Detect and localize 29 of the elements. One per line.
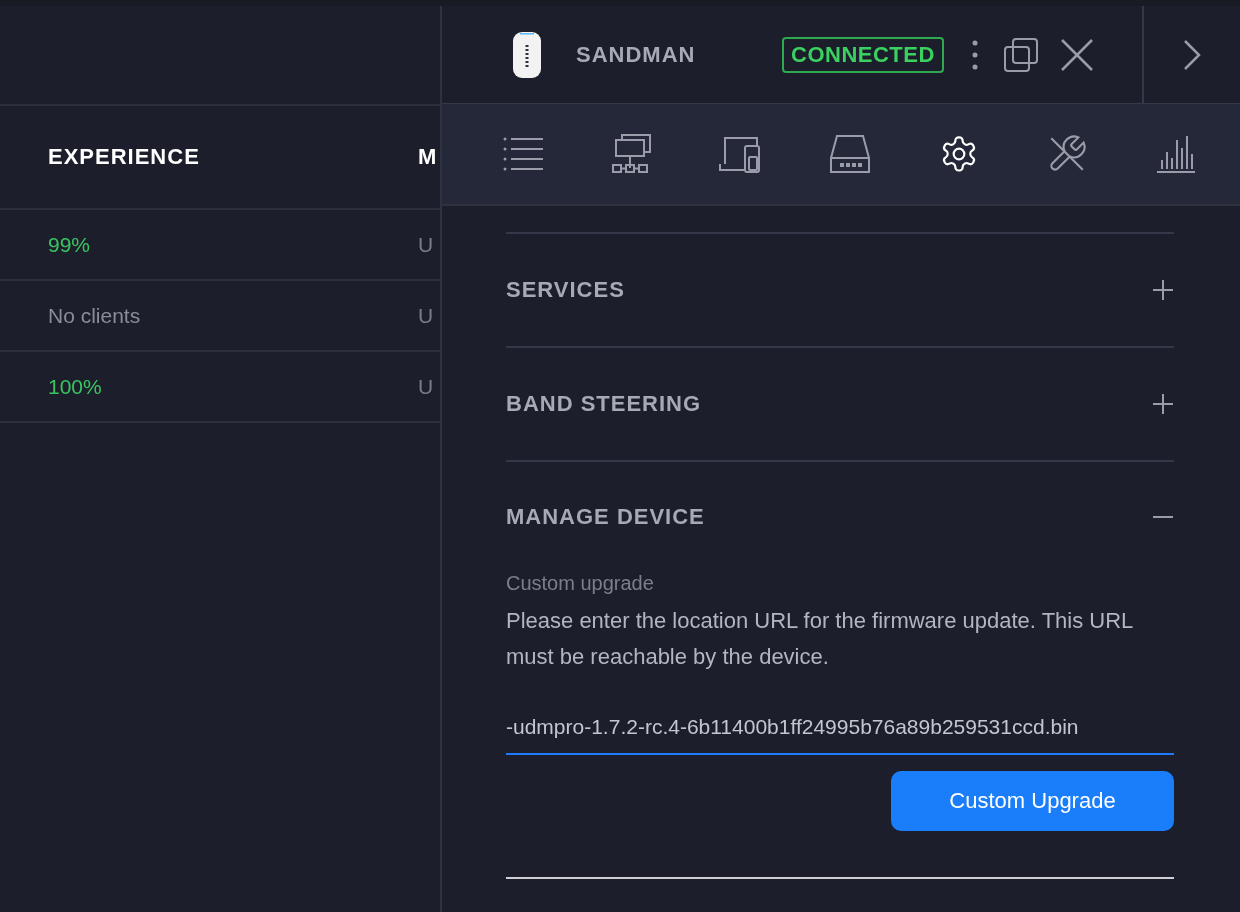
url-input-field[interactable]: -udmpro-1.7.2-rc.4-6b11400b1ff24995b76a89b259531ccd.bin <box>506 715 1174 755</box>
storage-icon[interactable] <box>828 134 871 174</box>
window-icon[interactable] <box>1003 37 1038 72</box>
device-name: SANDMAN <box>576 41 697 68</box>
list-icon[interactable] <box>502 136 544 172</box>
close-icon[interactable] <box>1059 37 1094 72</box>
section-header[interactable]: BAND STEERING <box>506 348 1174 460</box>
plus-icon <box>1152 393 1174 415</box>
column-header[interactable]: M <box>418 144 440 170</box>
more-icon[interactable] <box>971 38 978 71</box>
plus-icon <box>1152 279 1174 301</box>
devices-icon[interactable] <box>719 134 762 174</box>
stats-icon[interactable] <box>1155 134 1196 174</box>
section-header[interactable]: SERVICES <box>506 234 1174 346</box>
experience-cell-text: 99% <box>47 232 92 257</box>
column-header[interactable]: EXPERIENCE <box>0 144 418 170</box>
device-icon <box>512 30 542 79</box>
minus-icon <box>1152 516 1174 518</box>
table-cell-text: U <box>418 374 435 399</box>
topology-icon[interactable] <box>611 134 652 174</box>
table-cell-text: U <box>418 303 435 328</box>
description-text: Please enter the location URL for the firmware update. This URL must be reachable by the device. <box>506 607 1134 671</box>
section-header[interactable]: MANAGE DEVICE <box>506 462 1174 572</box>
custom-upgrade-button[interactable]: Custom Upgrade <box>891 771 1174 831</box>
field-label: Custom upgrade <box>506 572 655 595</box>
experience-cell-text: 100% <box>47 374 103 399</box>
status-badge: CONNECTED <box>782 36 944 73</box>
experience-cell-text: No clients <box>47 303 142 328</box>
table-cell-text: U <box>418 232 435 257</box>
